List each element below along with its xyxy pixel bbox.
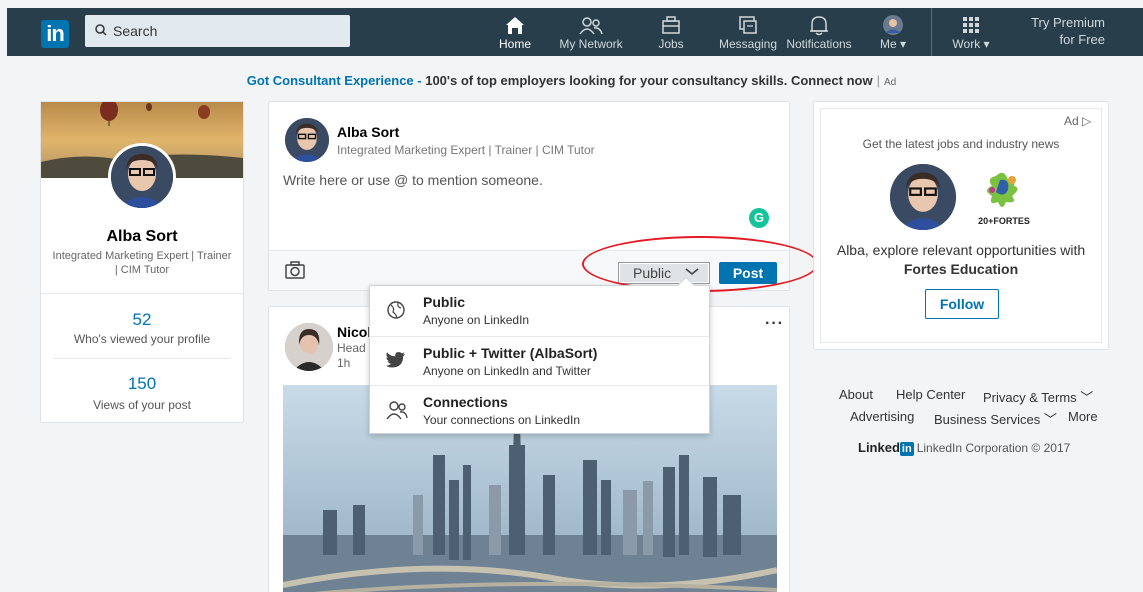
nav-work-label: Work ▾ xyxy=(952,37,990,51)
fortes-logo[interactable]: 20+FORTES xyxy=(974,168,1034,230)
post-views-count[interactable]: 150 xyxy=(41,374,243,394)
ad-description: Alba, explore relevant opportunities wit… xyxy=(814,241,1108,279)
post-text-input[interactable] xyxy=(283,172,743,188)
nav-me-label: Me ▾ xyxy=(879,37,907,51)
profile-views-label[interactable]: Who's viewed your profile xyxy=(41,332,243,346)
ad-choices-icon: ▷ xyxy=(1082,114,1092,128)
profile-headline: Integrated Marketing Expert | Trainer | … xyxy=(52,250,232,276)
nav-jobs[interactable]: Jobs xyxy=(651,8,691,56)
profile-card: Alba Sort Integrated Marketing Expert | … xyxy=(40,101,244,423)
messaging-icon xyxy=(739,16,757,34)
ad-banner-tag: Ad xyxy=(883,77,897,88)
profile-views-count[interactable]: 52 xyxy=(41,310,243,330)
post-author-avatar[interactable] xyxy=(285,323,333,371)
camera-icon[interactable] xyxy=(285,261,305,279)
ad-banner-separator: | xyxy=(876,73,880,88)
premium-line1: Try Premium xyxy=(1031,15,1105,30)
ad-banner[interactable]: Got Consultant Experience - 100's of top… xyxy=(0,73,1143,88)
twitter-icon xyxy=(386,352,406,368)
visibility-menu: Public Anyone on LinkedIn Public + Twitt… xyxy=(369,276,710,435)
nav-jobs-label: Jobs xyxy=(658,37,684,51)
search-input[interactable] xyxy=(113,15,343,47)
divider xyxy=(53,358,231,359)
visibility-option-title: Connections xyxy=(423,394,508,410)
nav-my-network-label: My Network xyxy=(559,37,623,51)
nav-notifications[interactable]: Notifications xyxy=(781,8,857,56)
divider xyxy=(41,293,243,294)
fortes-logo-text: 20+FORTES xyxy=(978,216,1030,226)
visibility-option-public-twitter[interactable]: Public + Twitter (AlbaSort) Anyone on Li… xyxy=(370,336,709,386)
ad-banner-text: 100's of top employers looking for your … xyxy=(425,73,873,88)
chevron-down-icon: ﹀ xyxy=(1043,412,1057,427)
ad-description-text: Alba, explore relevant opportunities wit… xyxy=(836,242,1086,258)
nav-divider xyxy=(931,8,932,56)
profile-name[interactable]: Alba Sort xyxy=(41,228,243,246)
footer-link-more[interactable]: More xyxy=(1068,409,1098,424)
nav-notifications-label: Notifications xyxy=(786,37,852,51)
briefcase-icon xyxy=(662,16,680,34)
linkedin-logo[interactable]: in xyxy=(41,20,69,48)
linkedin-copyright: Linked in LinkedIn Corporation © 2017 xyxy=(858,440,1070,456)
top-nav: in Home My Network Jobs Messaging Notifi… xyxy=(7,8,1143,56)
footer-link-privacy-terms[interactable]: Privacy & Terms ﹀ xyxy=(983,387,1093,406)
grid-icon xyxy=(963,17,979,33)
composer-avatar xyxy=(285,118,329,162)
footer-link-business-services[interactable]: Business Services ﹀ xyxy=(934,409,1057,428)
nav-messaging[interactable]: Messaging xyxy=(713,8,783,56)
footer-link-about[interactable]: About xyxy=(839,387,873,402)
ad-title: Get the latest jobs and industry news xyxy=(862,137,1060,151)
nav-my-network[interactable]: My Network xyxy=(556,8,626,56)
post-time: 1h xyxy=(337,356,351,370)
me-avatar-icon xyxy=(883,15,903,35)
nav-me[interactable]: Me ▾ xyxy=(873,8,913,56)
sponsored-ad-card: Ad ▷ Get the latest jobs and industry ne… xyxy=(813,101,1109,350)
highlight-ellipse xyxy=(582,236,818,292)
nav-messaging-label: Messaging xyxy=(718,37,778,51)
chevron-down-icon: ﹀ xyxy=(1080,390,1094,405)
search-box[interactable] xyxy=(85,15,350,47)
search-icon xyxy=(95,24,107,36)
footer-link-advertising[interactable]: Advertising xyxy=(850,409,914,424)
visibility-option-title: Public xyxy=(423,294,466,310)
ad-label[interactable]: Ad ▷ xyxy=(1064,114,1091,128)
connections-icon xyxy=(386,401,408,420)
composer-author-name: Alba Sort xyxy=(337,124,400,140)
visibility-option-subtitle: Anyone on LinkedIn and Twitter xyxy=(423,364,591,378)
nav-home-label: Home xyxy=(498,37,531,51)
visibility-option-public[interactable]: Public Anyone on LinkedIn xyxy=(370,286,709,336)
linkedin-wordmark: Linked xyxy=(858,440,900,455)
nav-work[interactable]: Work ▾ xyxy=(943,8,999,56)
ad-user-avatar xyxy=(890,164,956,230)
post-views-label[interactable]: Views of your post xyxy=(41,398,243,412)
linkedin-in-badge: in xyxy=(899,442,914,456)
home-icon xyxy=(506,17,524,34)
ad-company-name[interactable]: Fortes Education xyxy=(814,260,1108,279)
visibility-option-subtitle: Your connections on LinkedIn xyxy=(423,413,581,427)
follow-button[interactable]: Follow xyxy=(925,289,999,319)
grammarly-icon[interactable]: G xyxy=(749,208,769,228)
composer-author-headline: Integrated Marketing Expert | Trainer | … xyxy=(337,143,595,157)
bell-icon xyxy=(810,16,828,36)
visibility-option-subtitle: Anyone on LinkedIn xyxy=(423,313,530,327)
globe-icon xyxy=(387,301,405,319)
footer-link-help-center[interactable]: Help Center xyxy=(896,387,965,402)
visibility-option-title: Public + Twitter (AlbaSort) xyxy=(423,345,598,361)
profile-avatar[interactable] xyxy=(108,143,176,211)
post-more-options-icon[interactable]: ··· xyxy=(765,315,784,333)
ad-banner-highlight: Got Consultant Experience - xyxy=(246,73,426,88)
premium-line2: for Free xyxy=(1059,32,1105,47)
nav-home[interactable]: Home xyxy=(495,8,535,56)
copyright-text: LinkedIn Corporation © 2017 xyxy=(916,441,1071,455)
network-icon xyxy=(579,17,603,35)
visibility-option-connections[interactable]: Connections Your connections on LinkedIn xyxy=(370,385,709,435)
try-premium-link[interactable]: Try Premium for Free xyxy=(1015,14,1105,48)
